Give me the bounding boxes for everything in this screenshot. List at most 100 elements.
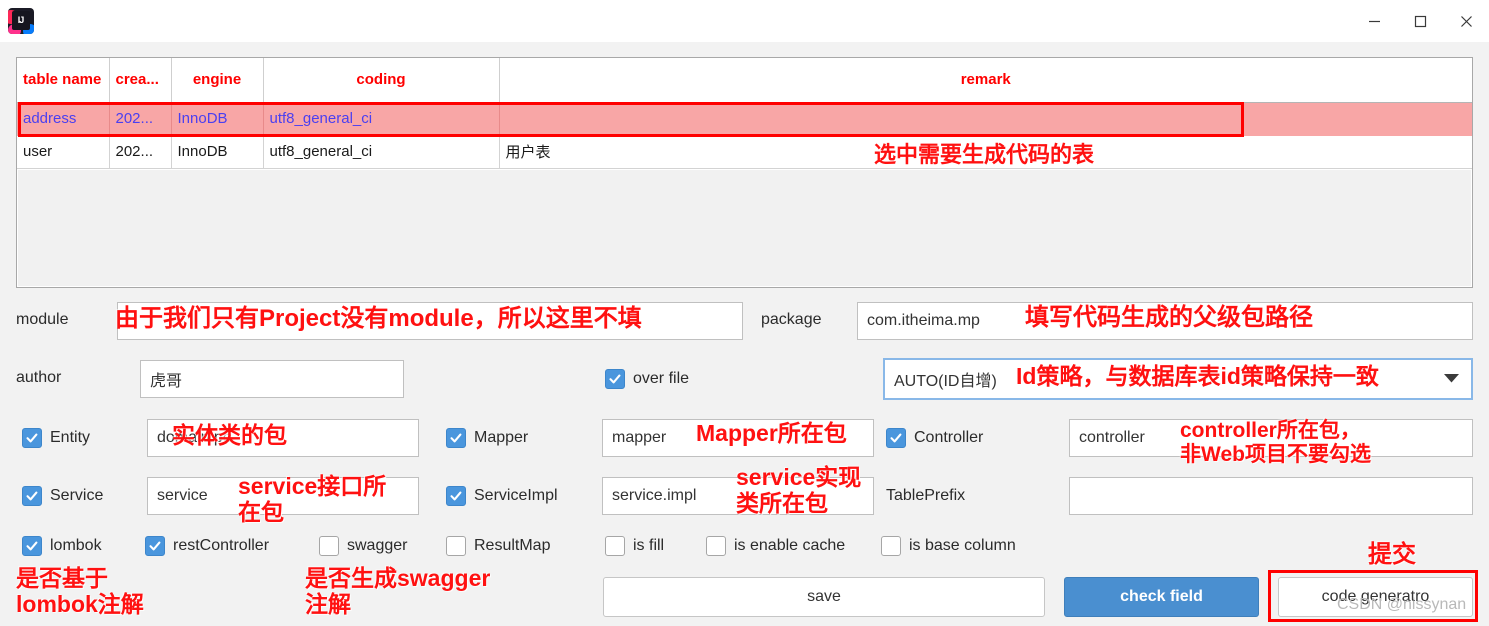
service-package-input[interactable]: service xyxy=(147,477,419,515)
column-header-coding[interactable]: coding xyxy=(263,58,500,103)
is-enable-cache-label: is enable cache xyxy=(734,537,846,554)
mapper-checkbox[interactable]: Mapper xyxy=(446,428,528,448)
checkbox-box xyxy=(22,428,42,448)
id-strategy-select[interactable]: AUTO(ID自增) xyxy=(883,358,1473,400)
mapper-label: Mapper xyxy=(474,429,529,446)
window-controls xyxy=(1351,0,1489,42)
rest-controller-label: restController xyxy=(173,537,270,554)
cell-coding: utf8_general_ci xyxy=(263,102,500,136)
annotation-lombok-note: 是否基于 lombok注解 xyxy=(16,565,144,617)
cell-coding: utf8_general_ci xyxy=(263,135,500,169)
title-bar: IJ xyxy=(0,0,1489,42)
service-checkbox[interactable]: Service xyxy=(22,486,103,506)
table-row[interactable]: address 202... InnoDB utf8_general_ci xyxy=(17,102,1472,136)
button-row: save check field code generatro xyxy=(603,577,1489,619)
checkbox-box xyxy=(22,536,42,556)
column-header-create-time[interactable]: crea... xyxy=(109,58,172,103)
toggles-row: lombok restController swagger ResultMap … xyxy=(16,536,1076,560)
author-row: author 虎哥 over file AUTO(ID自增) xyxy=(16,358,1473,400)
service-impl-checkbox[interactable]: ServiceImpl xyxy=(446,486,558,506)
checkbox-box xyxy=(706,536,726,556)
cell-table-name: user xyxy=(17,135,110,169)
entity-label: Entity xyxy=(50,429,91,446)
controller-package-input[interactable]: controller xyxy=(1069,419,1473,457)
service-impl-package-value: service.impl xyxy=(612,487,697,504)
author-input[interactable]: 虎哥 xyxy=(140,360,404,398)
table-empty-area xyxy=(18,170,1471,286)
cell-remark: 用户表 xyxy=(499,135,1472,169)
service-impl-label: ServiceImpl xyxy=(474,487,558,504)
annotation-submit-note: 提交 xyxy=(1368,541,1416,568)
rest-controller-checkbox[interactable]: restController xyxy=(145,536,269,556)
cell-table-name: address xyxy=(17,102,110,136)
checkbox-box xyxy=(605,369,625,389)
entity-mapper-controller-row: Entity domain.po Mapper mapper Controlle… xyxy=(16,419,1473,459)
cell-engine: InnoDB xyxy=(171,135,264,169)
entity-checkbox[interactable]: Entity xyxy=(22,428,90,448)
minimize-icon[interactable] xyxy=(1351,0,1397,42)
swagger-checkbox[interactable]: swagger xyxy=(319,536,407,556)
column-header-engine[interactable]: engine xyxy=(171,58,264,103)
result-map-label: ResultMap xyxy=(474,537,551,554)
controller-package-value: controller xyxy=(1079,429,1145,446)
is-enable-cache-checkbox[interactable]: is enable cache xyxy=(706,536,845,556)
module-input[interactable] xyxy=(117,302,743,340)
cell-create-time: 202... xyxy=(109,102,172,136)
package-input[interactable]: com.itheima.mp xyxy=(857,302,1473,340)
cell-remark xyxy=(499,102,1472,136)
close-icon[interactable] xyxy=(1443,0,1489,42)
is-base-column-label: is base column xyxy=(909,537,1016,554)
checkbox-box xyxy=(446,536,466,556)
intellij-idea-icon: IJ xyxy=(8,8,34,34)
over-file-label: over file xyxy=(633,370,690,387)
controller-checkbox[interactable]: Controller xyxy=(886,428,983,448)
checkbox-box xyxy=(446,428,466,448)
column-header-remark[interactable]: remark xyxy=(499,58,1472,103)
swagger-label: swagger xyxy=(347,537,408,554)
over-file-checkbox[interactable]: over file xyxy=(605,369,689,389)
maximize-icon[interactable] xyxy=(1397,0,1443,42)
save-button[interactable]: save xyxy=(603,577,1045,617)
result-map-checkbox[interactable]: ResultMap xyxy=(446,536,550,556)
mapper-package-value: mapper xyxy=(612,429,667,446)
checkbox-box xyxy=(881,536,901,556)
checkbox-box xyxy=(319,536,339,556)
column-header-table-name[interactable]: table name xyxy=(17,58,110,103)
module-package-row: module package com.itheima.mp xyxy=(16,302,1473,342)
is-fill-label: is fill xyxy=(633,537,665,554)
lombok-label: lombok xyxy=(50,537,102,554)
service-row: Service service ServiceImpl service.impl… xyxy=(16,477,1473,517)
table-prefix-input[interactable] xyxy=(1069,477,1473,515)
lombok-checkbox[interactable]: lombok xyxy=(22,536,102,556)
entity-package-input[interactable]: domain.po xyxy=(147,419,419,457)
service-impl-package-input[interactable]: service.impl xyxy=(602,477,874,515)
checkbox-box xyxy=(22,486,42,506)
table-row[interactable]: user 202... InnoDB utf8_general_ci 用户表 xyxy=(17,135,1472,169)
checkbox-box xyxy=(886,428,906,448)
table-header-row: table name crea... engine coding remark xyxy=(17,58,1472,103)
cell-create-time: 202... xyxy=(109,135,172,169)
code-generator-window: IJ table name crea... engine coding rema… xyxy=(0,0,1489,626)
table-prefix-label: TablePrefix xyxy=(886,487,966,504)
is-base-column-checkbox[interactable]: is base column xyxy=(881,536,1016,556)
check-field-button[interactable]: check field xyxy=(1064,577,1259,617)
package-label: package xyxy=(761,311,822,328)
id-strategy-value: AUTO(ID自增) xyxy=(894,373,997,390)
table-grid: table name crea... engine coding remark … xyxy=(17,58,1472,169)
code-generator-button[interactable]: code generatro xyxy=(1278,577,1473,617)
checkbox-box xyxy=(145,536,165,556)
checkbox-box xyxy=(446,486,466,506)
mapper-package-input[interactable]: mapper xyxy=(602,419,874,457)
is-fill-checkbox[interactable]: is fill xyxy=(605,536,664,556)
module-label: module xyxy=(16,311,69,328)
cell-engine: InnoDB xyxy=(171,102,264,136)
author-value: 虎哥 xyxy=(150,373,183,390)
database-table-list[interactable]: table name crea... engine coding remark … xyxy=(16,57,1473,288)
package-value: com.itheima.mp xyxy=(867,312,980,329)
chevron-down-icon[interactable] xyxy=(1444,370,1459,388)
service-label: Service xyxy=(50,487,104,504)
controller-label: Controller xyxy=(914,429,984,446)
entity-package-value: domain.po xyxy=(157,429,232,446)
service-package-value: service xyxy=(157,487,208,504)
checkbox-box xyxy=(605,536,625,556)
